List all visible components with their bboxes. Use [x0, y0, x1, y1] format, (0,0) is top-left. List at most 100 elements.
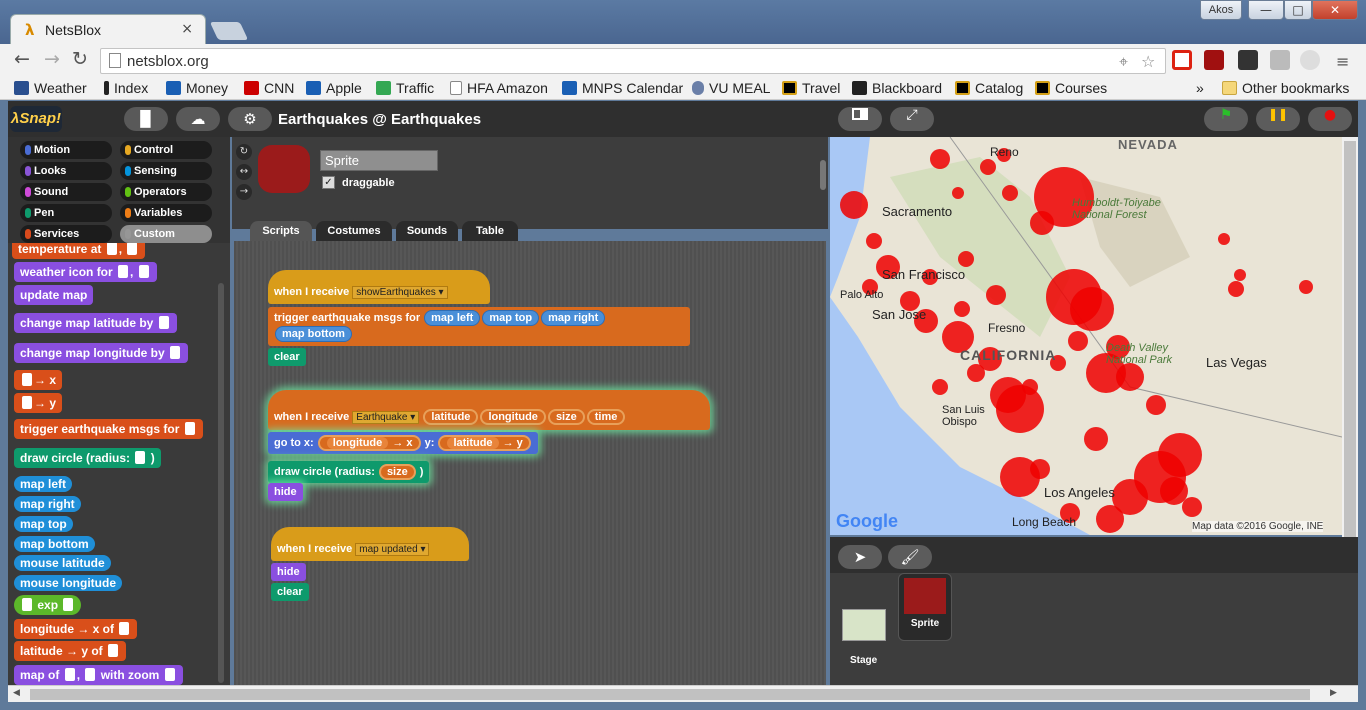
bookmark-money[interactable]: Money [166, 80, 228, 96]
tab-sounds[interactable]: Sounds [396, 221, 458, 241]
settings-button[interactable]: ⚙ [228, 107, 272, 131]
maximize-button[interactable]: □ [1284, 0, 1312, 20]
input-slot[interactable] [85, 668, 96, 681]
reporter-map-bottom[interactable]: map bottom [275, 326, 352, 342]
reporter-map-right[interactable]: map right [541, 310, 606, 326]
bookmark-apple[interactable]: Apple [306, 80, 362, 96]
message-dropdown[interactable]: Earthquake ▾ [352, 411, 420, 424]
category-services[interactable]: Services [20, 225, 112, 243]
input-slot[interactable] [64, 668, 75, 681]
profile-button[interactable]: Akos [1200, 0, 1242, 20]
category-sensing[interactable]: Sensing [120, 162, 212, 180]
category-operators[interactable]: Operators [120, 183, 212, 201]
input-slot[interactable] [108, 644, 119, 657]
bookmark-hfa-amazon[interactable]: HFA Amazon [450, 80, 548, 96]
draw-circle-block[interactable]: draw circle (radius: size ) [268, 461, 430, 483]
category-control[interactable]: Control [120, 141, 212, 159]
message-dropdown[interactable]: map updated ▾ [355, 543, 430, 556]
scripts-scrollbar[interactable] [820, 160, 826, 190]
stop-button[interactable]: ● [1308, 107, 1352, 131]
palette-block[interactable]: map left [14, 476, 73, 492]
category-looks[interactable]: Looks [20, 162, 112, 180]
palette-scrollbar[interactable] [218, 283, 224, 683]
input-slot[interactable] [119, 622, 130, 635]
paint-sprite-button[interactable]: 🖌 [888, 545, 932, 569]
input-slot[interactable] [63, 598, 74, 611]
snap-logo[interactable]: λSnap! [10, 106, 62, 132]
palette-block[interactable]: exp [14, 595, 82, 615]
palette-block[interactable]: mouse latitude [14, 555, 111, 571]
stage-map[interactable]: NEVADA Reno Sacramento Humboldt-Toiyabe … [830, 137, 1342, 535]
input-slot[interactable] [170, 346, 181, 359]
sprite-name-field[interactable]: Sprite [320, 150, 438, 171]
tab-table[interactable]: Table [462, 221, 518, 241]
hide-block[interactable]: hide [268, 483, 303, 501]
ext-icon[interactable] [1238, 50, 1258, 70]
bookmark-blackboard[interactable]: Blackboard [852, 80, 942, 96]
palette-block[interactable]: temperature at , [12, 243, 146, 259]
param-time[interactable]: time [586, 409, 626, 425]
minimize-button[interactable]: — [1248, 0, 1284, 20]
address-bar[interactable]: netsblox.org ⌖ ☆ [100, 48, 1166, 74]
input-slot[interactable] [22, 373, 32, 386]
reload-icon[interactable]: ↻ [72, 48, 88, 70]
leftright-icon[interactable]: ↔ [236, 164, 252, 180]
palette-block[interactable]: map right [14, 496, 81, 512]
acrobat-ext-icon[interactable] [1204, 50, 1224, 70]
tab-costumes[interactable]: Costumes [316, 221, 392, 241]
input-slot[interactable] [106, 243, 117, 255]
horizontal-scrollbar[interactable] [8, 685, 1358, 702]
turtle-sprite-button[interactable]: ➤ [838, 545, 882, 569]
location-icon[interactable]: ⌖ [1119, 52, 1128, 72]
bookmark-index[interactable]: Index [104, 80, 148, 96]
opera-ext-icon[interactable] [1172, 50, 1192, 70]
category-variables[interactable]: Variables [120, 204, 212, 222]
param-size[interactable]: size [547, 409, 585, 425]
goto-block[interactable]: go to x: longitude → x y: latitude → y [268, 432, 538, 454]
scroll-right-icon[interactable]: ▶ [1325, 685, 1342, 702]
palette-block[interactable]: weather icon for , [14, 262, 157, 282]
input-slot[interactable] [22, 598, 32, 611]
palette-block[interactable]: latitude → y of [14, 641, 127, 661]
bookmark-catalog[interactable]: Catalog [955, 80, 1023, 96]
stage-thumbnail[interactable] [842, 609, 886, 641]
browser-tab[interactable]: λ NetsBlox × [10, 14, 206, 44]
palette-block[interactable]: update map [14, 285, 94, 305]
menu-icon[interactable]: ≡ [1336, 52, 1349, 71]
hat-block[interactable]: when I receive Earthquake ▾ latitude long… [268, 390, 710, 430]
reporter-map-left[interactable]: map left [424, 310, 481, 326]
palette-block[interactable]: → y [14, 393, 63, 413]
palette-block[interactable]: map top [14, 516, 73, 532]
cloud-button[interactable]: ☁ [176, 107, 220, 131]
hide-block[interactable]: hide [271, 563, 306, 581]
input-slot[interactable] [22, 396, 32, 409]
palette-block[interactable]: map of , with zoom [14, 665, 183, 685]
no-rotate-icon[interactable]: → [236, 184, 252, 200]
hat-block[interactable]: when I receive showEarthquakes ▾ [268, 270, 490, 304]
bookmark-courses[interactable]: Courses [1035, 80, 1107, 96]
clear-block[interactable]: clear [268, 348, 306, 366]
tab-close-icon[interactable]: × [181, 21, 193, 37]
palette-block[interactable]: change map latitude by [14, 313, 177, 333]
palette-block[interactable]: draw circle (radius: ) [14, 448, 161, 468]
bookmark-vu-meal[interactable]: VU MEAL [692, 80, 770, 96]
palette-block[interactable]: change map longitude by [14, 343, 189, 363]
category-pen[interactable]: Pen [20, 204, 112, 222]
input-slot[interactable] [135, 451, 146, 464]
bookmark-weather[interactable]: Weather [14, 80, 87, 96]
star-icon[interactable]: ☆ [1141, 52, 1155, 71]
palette-block[interactable]: trigger earthquake msgs for [14, 419, 203, 439]
input-slot[interactable] [184, 422, 195, 435]
palette-block[interactable]: mouse longitude [14, 575, 122, 591]
longitude-to-x-reporter[interactable]: longitude → x [317, 435, 421, 451]
green-flag-button[interactable]: ⚑ [1204, 107, 1248, 131]
input-slot[interactable] [164, 668, 175, 681]
input-slot[interactable] [138, 265, 149, 278]
latitude-to-y-reporter[interactable]: latitude → y [438, 435, 531, 451]
bookmark-mnps-calendar[interactable]: MNPS Calendar [562, 80, 683, 96]
input-slot[interactable] [127, 243, 138, 255]
category-motion[interactable]: Motion [20, 141, 112, 159]
draggable-checkbox[interactable]: ✓ [322, 176, 335, 189]
bookmark-traffic[interactable]: Traffic [376, 80, 434, 96]
hat-block[interactable]: when I receive map updated ▾ [271, 527, 469, 561]
